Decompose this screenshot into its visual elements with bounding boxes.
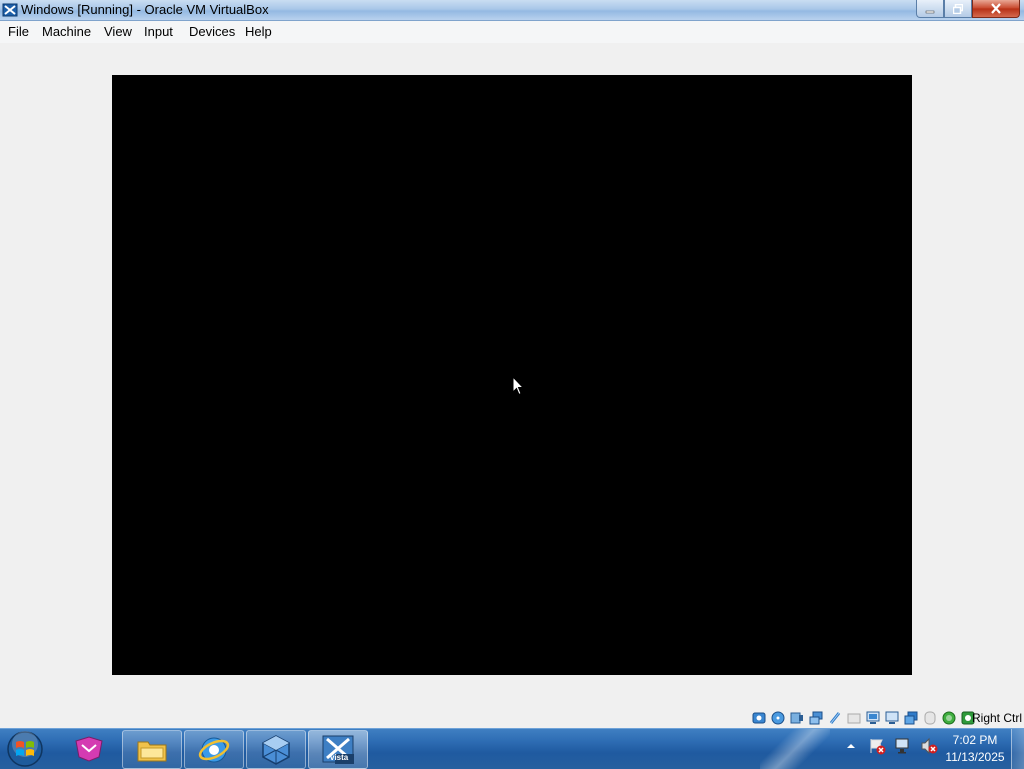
audio-icon[interactable] xyxy=(789,710,805,725)
virtualization-icon[interactable] xyxy=(903,710,919,725)
minimize-button[interactable] xyxy=(916,0,944,18)
clock[interactable]: 7:02 PM 11/13/2025 xyxy=(940,732,1010,766)
internet-explorer-button[interactable] xyxy=(184,730,244,769)
windows-start-orb-icon[interactable] xyxy=(6,730,44,768)
menu-devices[interactable]: Devices xyxy=(187,24,237,39)
volume-muted-icon[interactable] xyxy=(920,737,938,755)
window-title: Windows [Running] - Oracle VM VirtualBox xyxy=(21,2,269,17)
mouse-pointer-icon xyxy=(512,376,524,396)
close-button[interactable] xyxy=(972,0,1020,18)
display-icon[interactable] xyxy=(865,710,881,725)
title-bar: Windows [Running] - Oracle VM VirtualBox xyxy=(0,0,1024,21)
vista-vm-label: vista xyxy=(330,753,349,762)
virtualbox-icon xyxy=(262,734,290,765)
menu-machine[interactable]: Machine xyxy=(40,24,93,39)
restore-icon xyxy=(953,3,963,14)
show-hidden-icons-arrow[interactable] xyxy=(842,737,860,755)
vista-vm-button[interactable]: vista xyxy=(308,730,368,769)
window-controls xyxy=(916,0,1020,18)
close-icon xyxy=(991,3,1001,14)
host-key-label: Right Ctrl xyxy=(971,711,1022,725)
hard-disk-icon[interactable] xyxy=(751,710,767,725)
status-icons xyxy=(751,710,976,725)
taskbar-glare xyxy=(760,729,830,769)
virtualbox-taskbar-button[interactable] xyxy=(246,730,306,769)
clock-time: 7:02 PM xyxy=(952,733,998,747)
show-desktop-button[interactable] xyxy=(1011,729,1024,769)
action-center-icon[interactable] xyxy=(868,737,886,755)
shared-folders-icon[interactable] xyxy=(846,710,862,725)
file-explorer-button[interactable] xyxy=(122,730,182,769)
menu-view[interactable]: View xyxy=(102,24,134,39)
restore-button[interactable] xyxy=(944,0,972,18)
internet-explorer-icon xyxy=(198,737,230,762)
optical-drive-icon[interactable] xyxy=(770,710,786,725)
virtualbox-app-icon xyxy=(2,3,18,17)
minimize-icon xyxy=(925,10,935,13)
file-explorer-icon xyxy=(137,741,167,761)
vm-status-bar: Right Ctrl xyxy=(0,707,1024,728)
menu-input[interactable]: Input xyxy=(142,24,175,39)
menu-bar: File Machine View Input Devices Help xyxy=(0,21,1024,44)
network-tray-icon[interactable] xyxy=(894,737,912,755)
vm-screen[interactable] xyxy=(112,75,912,675)
mouse-integration-icon[interactable] xyxy=(922,710,938,725)
usb-icon[interactable] xyxy=(827,710,843,725)
menu-file[interactable]: File xyxy=(6,24,31,39)
video-capture-icon[interactable] xyxy=(884,710,900,725)
keyboard-capture-icon[interactable] xyxy=(941,710,957,725)
media-app-icon xyxy=(75,735,103,762)
clock-date: 11/13/2025 xyxy=(945,750,1005,764)
network-icon[interactable] xyxy=(808,710,824,725)
vm-display-area xyxy=(0,43,1024,707)
taskbar: vista 7:02 PM 11/13/2025 xyxy=(0,728,1024,769)
menu-help[interactable]: Help xyxy=(243,24,274,39)
media-app-button[interactable] xyxy=(60,730,118,767)
system-tray xyxy=(842,737,938,755)
